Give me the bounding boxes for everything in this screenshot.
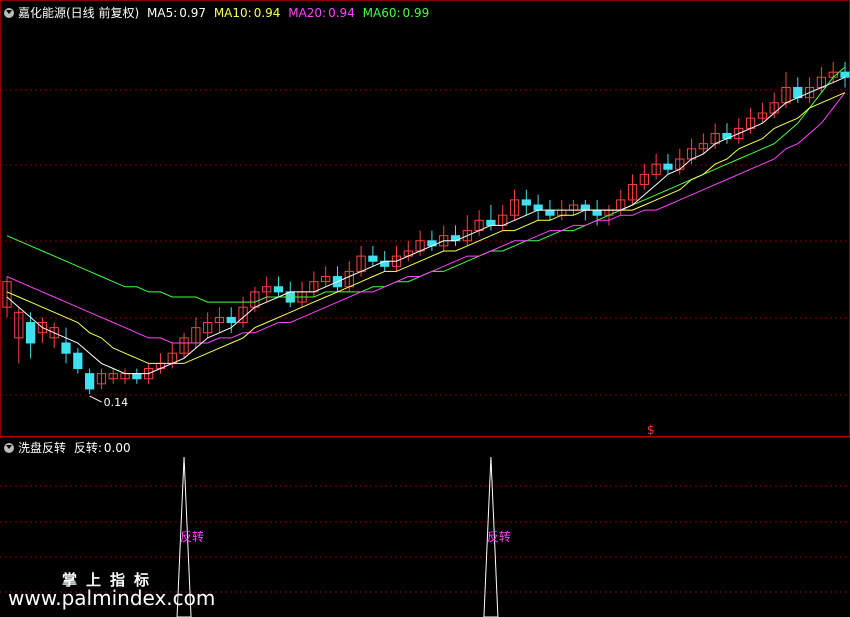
candle-down bbox=[663, 163, 673, 170]
candle-series bbox=[2, 61, 850, 395]
candle-down bbox=[273, 286, 284, 293]
candle-down bbox=[368, 255, 378, 262]
dollar-marker: $ bbox=[647, 423, 655, 437]
candle-down bbox=[73, 352, 83, 370]
indicator-dropdown-icon[interactable] bbox=[4, 443, 14, 453]
dropdown-circle-icon[interactable] bbox=[4, 8, 14, 18]
ma20-value: 0.94 bbox=[328, 6, 355, 20]
watermark-url: www.palmindex.com bbox=[8, 586, 216, 610]
chart-grid bbox=[0, 0, 850, 593]
ma5-value: 0.97 bbox=[179, 6, 206, 20]
chart-annotations: 0.14 $ bbox=[89, 395, 655, 437]
ma20-label: MA20: bbox=[288, 6, 327, 20]
ma10-value: 0.94 bbox=[253, 6, 281, 20]
moving-average-lines bbox=[6, 66, 846, 375]
ma60-label: MA60: bbox=[362, 6, 401, 20]
ma60-line bbox=[6, 66, 846, 303]
indicator-value: 0.00 bbox=[103, 441, 131, 455]
indicator-header: 洗盘反转 反转: 0.00 bbox=[4, 441, 135, 455]
candle-down bbox=[84, 373, 95, 390]
candle-down bbox=[132, 373, 142, 380]
main-panel-frame bbox=[0, 0, 850, 437]
ma60-value: 0.99 bbox=[402, 6, 430, 20]
signal-label: 反转 bbox=[180, 529, 204, 544]
low-price-label: 0.14 bbox=[104, 396, 129, 409]
indicator-label: 反转: bbox=[73, 441, 102, 455]
candle-down bbox=[25, 322, 36, 344]
signal-label: 反转 bbox=[487, 529, 511, 544]
candle-down bbox=[580, 204, 590, 211]
ma10-label: MA10: bbox=[213, 6, 252, 20]
candle-down bbox=[226, 316, 236, 324]
candle-down bbox=[533, 204, 543, 211]
ma5-label: MA5: bbox=[147, 6, 178, 20]
indicator-name: 洗盘反转 bbox=[18, 441, 67, 455]
candle-down bbox=[61, 342, 71, 354]
candle-down bbox=[592, 209, 602, 216]
candle-down bbox=[545, 209, 555, 216]
ma5-line bbox=[6, 76, 846, 375]
candle-down bbox=[486, 219, 496, 226]
candle-down bbox=[840, 71, 850, 78]
main-chart-header: 嘉化能源(日线 前复权) MA5: 0.97 MA10: 0.94 MA20: 0.9… bbox=[4, 6, 433, 20]
ma20-line bbox=[6, 92, 846, 344]
stock-title: 嘉化能源(日线 前复权) bbox=[18, 6, 140, 20]
indicator-panel: 反转 反转 bbox=[176, 456, 511, 617]
low-pointer-line bbox=[89, 395, 102, 403]
candle-down bbox=[521, 199, 531, 206]
candlestick-chart: 0.14 $ 反转 反转 bbox=[0, 0, 850, 617]
